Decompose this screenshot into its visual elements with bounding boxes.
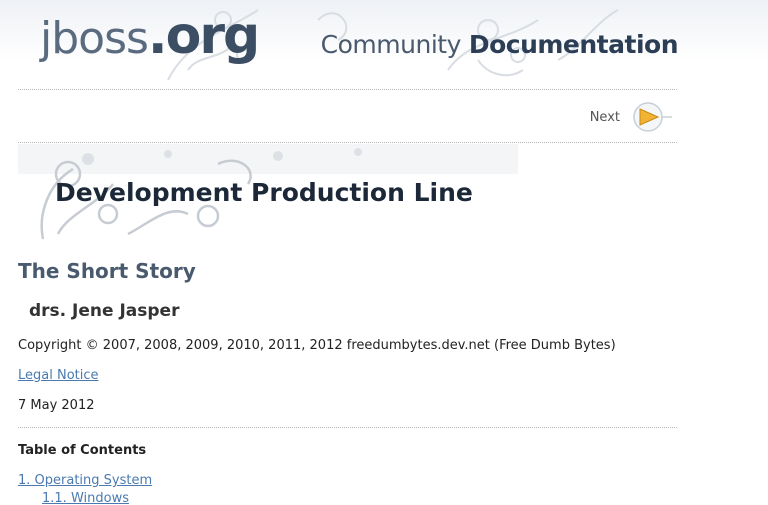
- author-name: drs. Jene Jasper: [29, 301, 180, 321]
- toc-heading: Table of Contents: [18, 443, 147, 458]
- header-divider: [18, 89, 677, 90]
- toc-divider: [18, 427, 677, 428]
- logo-org-text: .org: [147, 6, 260, 66]
- jboss-logo[interactable]: jboss .org: [40, 6, 260, 76]
- document-subtitle: The Short Story: [18, 259, 196, 283]
- nav-divider: [18, 142, 677, 143]
- next-link[interactable]: Next: [590, 100, 672, 134]
- logo-jboss-text: jboss: [40, 13, 149, 64]
- toc-item-operating-system[interactable]: 1. Operating System: [18, 473, 152, 488]
- publication-date: 7 May 2012: [18, 398, 95, 413]
- page: jboss.org Community Documentation Next: [0, 0, 768, 505]
- title-area: Development Production Line: [18, 144, 678, 244]
- product-title-light: Community: [320, 30, 462, 59]
- toc-item-windows[interactable]: 1.1. Windows: [42, 491, 129, 505]
- product-title: Community Documentation: [320, 30, 679, 59]
- next-label: Next: [589, 109, 620, 125]
- product-title-bold: Documentation: [468, 30, 679, 59]
- header-banner: jboss .org Community Documentation: [0, 0, 768, 88]
- legal-notice-link[interactable]: Legal Notice: [18, 368, 99, 383]
- copyright-text: Copyright © 2007, 2008, 2009, 2010, 2011…: [18, 338, 616, 353]
- next-arrow-icon: [633, 102, 672, 132]
- document-title: Development Production Line: [55, 178, 473, 207]
